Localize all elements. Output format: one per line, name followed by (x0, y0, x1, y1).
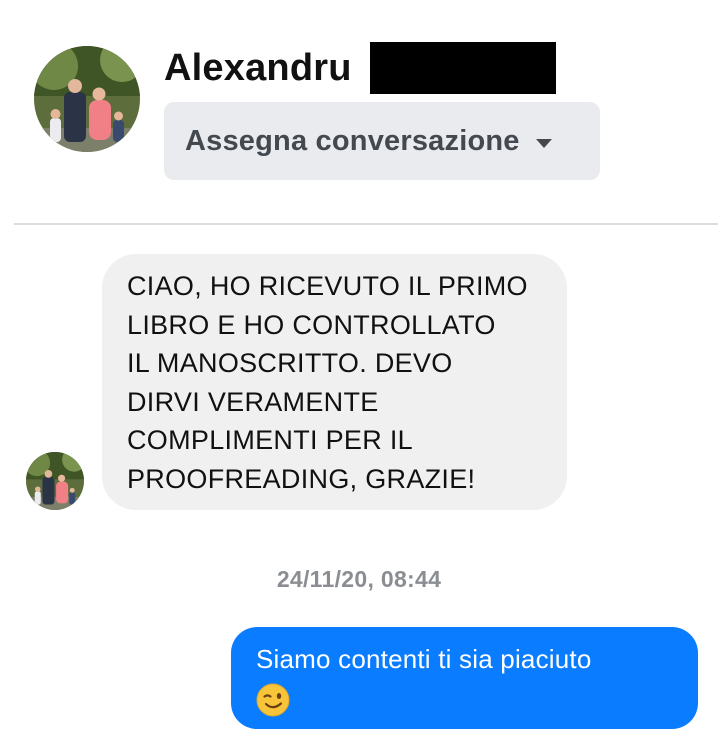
incoming-message-line: PROOFREADING, GRAZIE! (127, 463, 476, 494)
assign-conversation-button[interactable]: Assegna conversazione (164, 102, 600, 180)
header-divider (14, 223, 718, 225)
sender-avatar[interactable] (26, 452, 84, 510)
redacted-surname-block (370, 42, 556, 94)
incoming-message-bubble[interactable]: CIAO, HO RICEVUTO IL PRIMO LIBRO E HO CO… (102, 254, 567, 510)
contact-avatar[interactable] (34, 46, 140, 152)
incoming-message-line: COMPLIMENTI PER IL (127, 425, 413, 455)
winking-face-emoji (256, 683, 290, 717)
incoming-message-line: CIAO, HO RICEVUTO IL PRIMO (127, 271, 528, 301)
caret-down-icon (535, 138, 552, 148)
conversation-window: Alexandru Assegna conversazione CIAO, HO… (0, 0, 718, 748)
contact-name: Alexandru (164, 47, 352, 89)
outgoing-message-bubble[interactable]: Siamo contenti ti sia piaciuto (231, 627, 698, 729)
message-timestamp: 24/11/20, 08:44 (276, 566, 442, 592)
outgoing-message-text: Siamo contenti ti sia piaciuto (256, 644, 592, 674)
incoming-message-line: LIBRO E HO CONTROLLATO (127, 309, 496, 340)
incoming-message-line: IL MANOSCRITTO. DEVO (127, 348, 453, 378)
assign-conversation-label: Assegna conversazione (185, 124, 520, 157)
incoming-message-line: DIRVI VERAMENTE (127, 386, 379, 417)
